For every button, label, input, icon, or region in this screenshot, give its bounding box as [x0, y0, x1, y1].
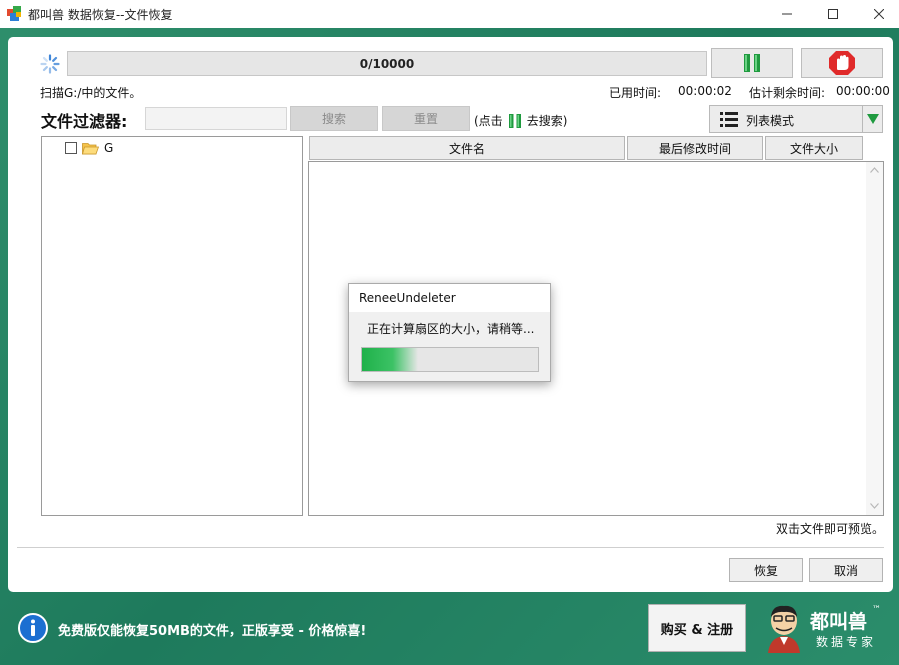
app-icon — [7, 6, 21, 21]
title-bar: 都叫兽 数据恢复--文件恢复 — [0, 0, 899, 28]
dialog-message: 正在计算扇区的大小，请稍等... — [367, 322, 535, 336]
tree-item-label: G — [104, 141, 114, 155]
info-icon — [18, 613, 48, 643]
dialog-progress-fill — [362, 348, 419, 371]
folder-tree: G — [41, 136, 303, 516]
loading-spinner-icon — [40, 54, 60, 74]
minimize-button[interactable] — [764, 0, 810, 28]
folder-open-icon — [82, 142, 99, 154]
scan-progress-bar: 0/10000 — [67, 51, 707, 76]
column-header-filename[interactable]: 文件名 — [309, 136, 625, 160]
column-header-size[interactable]: 文件大小 — [765, 136, 863, 160]
tree-item-g[interactable]: G — [65, 141, 113, 155]
scroll-down-icon — [870, 503, 879, 509]
scroll-up-icon — [870, 167, 879, 173]
chevron-down-icon — [867, 114, 879, 124]
filter-label: 文件过滤器: — [41, 112, 128, 131]
divider — [17, 547, 884, 548]
dialog-titlebar: ReneeUndeleter — [349, 284, 550, 312]
search-hint-prefix: (点击 — [474, 114, 503, 128]
stop-hand-icon — [829, 51, 855, 75]
search-hint-suffix: 去搜索) — [526, 114, 568, 128]
mascot-icon — [768, 605, 800, 653]
logo-text: 都叫兽 — [810, 611, 868, 633]
pause-button[interactable] — [711, 48, 793, 78]
pause-icon — [508, 113, 521, 128]
scan-status: 扫描G:/中的文件。 — [40, 86, 142, 100]
view-mode-label: 列表模式 — [746, 114, 795, 128]
stop-button[interactable] — [801, 48, 883, 78]
logo-subtext: 数据专家 — [816, 635, 877, 649]
maximize-button[interactable] — [810, 0, 856, 28]
dialog-progress-bar — [361, 347, 539, 372]
logo-tm: ™ — [872, 605, 881, 615]
scan-progress-text: 0/10000 — [359, 56, 415, 71]
vertical-scrollbar[interactable] — [866, 162, 883, 515]
list-view-icon — [720, 112, 738, 127]
recover-button[interactable]: 恢复 — [729, 558, 803, 582]
elapsed-label: 已用时间: — [609, 86, 662, 100]
window-title: 都叫兽 数据恢复--文件恢复 — [28, 8, 173, 22]
pause-icon — [744, 54, 760, 72]
column-header-modified[interactable]: 最后修改时间 — [627, 136, 763, 160]
dialog-title: ReneeUndeleter — [359, 291, 456, 305]
promo-text: 免费版仅能恢复50MB的文件，正版享受 - 价格惊喜! — [58, 624, 367, 639]
cancel-button[interactable]: 取消 — [809, 558, 883, 582]
remaining-label: 估计剩余时间: — [749, 86, 826, 100]
tree-item-checkbox[interactable] — [65, 142, 77, 154]
reset-button[interactable]: 重置 — [382, 106, 470, 131]
minimize-icon — [782, 13, 792, 15]
buy-register-button[interactable]: 购买 & 注册 — [648, 604, 746, 652]
maximize-icon — [828, 9, 838, 19]
promo-banner: 免费版仅能恢复50MB的文件，正版享受 - 价格惊喜! 购买 & 注册 都叫兽 … — [8, 598, 893, 658]
progress-dialog: ReneeUndeleter 正在计算扇区的大小，请稍等... — [348, 283, 551, 382]
brand-logo: 都叫兽 ™ 数据专家 — [758, 601, 890, 655]
search-button[interactable]: 搜索 — [290, 106, 378, 131]
filter-input[interactable] — [145, 107, 287, 130]
elapsed-value: 00:00:02 — [678, 84, 732, 98]
close-icon — [874, 9, 884, 19]
view-mode-dropdown[interactable]: 列表模式 — [709, 105, 883, 133]
dropdown-separator — [862, 106, 863, 132]
remaining-value: 00:00:00 — [836, 84, 890, 98]
search-hint: (点击 去搜索) — [474, 112, 567, 129]
close-button[interactable] — [856, 0, 899, 28]
preview-hint: 双击文件即可预览。 — [776, 522, 885, 536]
